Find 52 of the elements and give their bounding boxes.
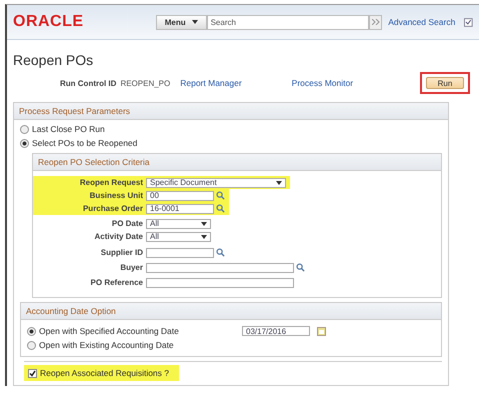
- advanced-search-link[interactable]: Advanced Search: [388, 17, 456, 27]
- section-header: Reopen PO Selection Criteria: [33, 154, 441, 171]
- radio-label: Open with Specified Accounting Date: [39, 326, 180, 336]
- search-icon[interactable]: [296, 263, 305, 272]
- field-label: PO Date: [110, 219, 144, 228]
- run-button[interactable]: Run: [426, 77, 464, 89]
- field-label: Supplier ID: [100, 248, 144, 257]
- input-field[interactable]: 00: [146, 190, 214, 200]
- search-icon[interactable]: [216, 191, 225, 200]
- search-field[interactable]: Search: [206, 14, 369, 30]
- process-link[interactable]: Process Monitor: [292, 78, 354, 88]
- dropdown-caret-icon: [276, 180, 282, 184]
- search-go-button[interactable]: [368, 14, 382, 30]
- checkbox-label: Reopen Associated Requisitions ?: [40, 368, 169, 378]
- calendar-icon[interactable]: [317, 326, 326, 336]
- radio-button[interactable]: [27, 326, 36, 336]
- double-chevron-icon: [372, 19, 380, 25]
- dropdown-caret-icon: [192, 20, 198, 24]
- dropdown-field[interactable]: All: [146, 218, 211, 228]
- section-header: Process Request Parameters: [14, 103, 448, 120]
- section-header: Accounting Date Option: [21, 303, 441, 320]
- radio-label: Last Close PO Run: [32, 124, 105, 134]
- input-field[interactable]: [146, 278, 294, 288]
- field-label: PO Reference: [90, 278, 144, 287]
- radio-button[interactable]: [20, 124, 29, 134]
- field-label: Activity Date: [94, 232, 144, 241]
- input-field[interactable]: [146, 262, 294, 272]
- search-icon[interactable]: [216, 248, 225, 257]
- process-link[interactable]: Report Manager: [180, 78, 242, 88]
- field-label: Reopen Request: [78, 178, 144, 187]
- radio-label: Select POs to be Reopened: [32, 138, 138, 148]
- page-icon[interactable]: [464, 18, 473, 26]
- date-field[interactable]: 03/17/2016: [242, 326, 310, 336]
- checkbox[interactable]: [28, 368, 37, 378]
- field-label: Business Unit: [88, 191, 144, 200]
- input-field[interactable]: [146, 248, 214, 258]
- radio-button[interactable]: [20, 138, 29, 148]
- page-title: Reopen POs: [13, 52, 94, 68]
- dropdown-caret-icon: [201, 222, 207, 226]
- field-label: Purchase Order: [82, 204, 144, 213]
- run-control-label: Run Control ID: [60, 78, 116, 88]
- dropdown-field[interactable]: Specific Document: [146, 178, 286, 188]
- dropdown-field[interactable]: All: [146, 232, 211, 242]
- radio-label: Open with Existing Accounting Date: [39, 340, 175, 350]
- search-icon[interactable]: [216, 204, 225, 213]
- field-label: Buyer: [119, 263, 144, 272]
- radio-button[interactable]: [27, 340, 36, 350]
- dropdown-caret-icon: [201, 234, 207, 238]
- menu-button[interactable]: Menu: [156, 14, 207, 30]
- input-field[interactable]: 16-0001: [146, 204, 214, 214]
- oracle-logo: ORACLE: [13, 13, 85, 31]
- run-control-value: REOPEN_PO: [120, 78, 170, 88]
